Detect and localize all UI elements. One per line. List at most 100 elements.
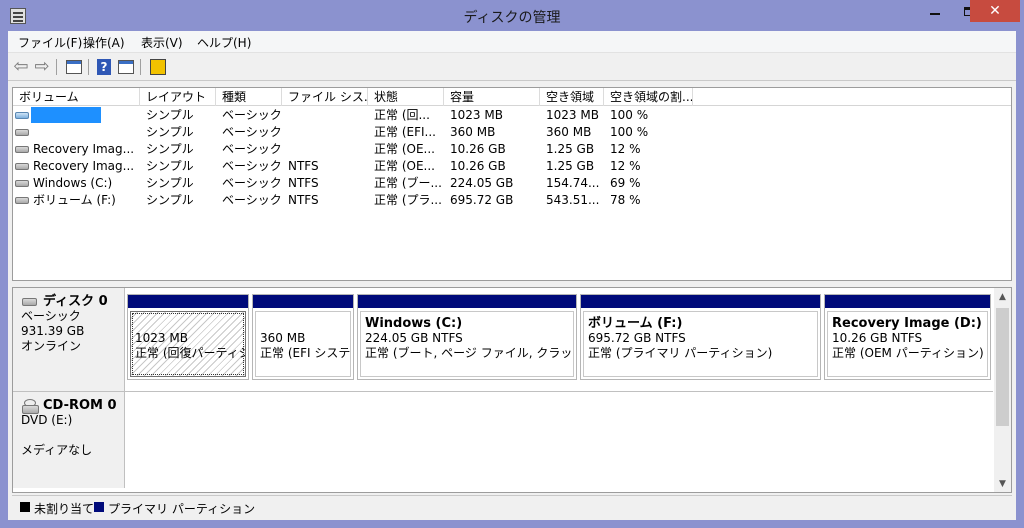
hard-disk-icon <box>22 298 37 306</box>
cell-pct: 100 % <box>610 108 649 122</box>
partition-body[interactable]: 1023 MB正常 (回復パーティショ <box>130 311 246 377</box>
cell-volume: ボリューム (F:) <box>33 193 116 207</box>
table-row[interactable]: ボリューム (F:) シンプル ベーシック NTFS 正常 (プラ... 695.72 G… <box>13 192 1011 209</box>
scrollbar-thumb[interactable] <box>996 308 1009 426</box>
partition-block[interactable]: Recovery Image (D:) 10.26 GB NTFS 正常 (OEM … <box>824 294 991 380</box>
cell-fs <box>288 141 368 158</box>
vertical-scrollbar[interactable]: ▲ ▼ <box>994 288 1011 492</box>
partition-type-bar <box>581 295 820 308</box>
disk-0-row[interactable]: ディスク 0 ベーシック 931.39 GB オンライン 1023 MB 正常 (… <box>13 288 993 392</box>
cell-type: ベーシック <box>222 176 282 190</box>
cell-fs <box>288 107 368 124</box>
toolbar-separator <box>88 59 89 75</box>
column-status[interactable]: 状態 <box>368 88 444 106</box>
cdrom-0-row[interactable]: CD-ROM 0 DVD (E:) メディアなし <box>13 392 993 488</box>
cell-type: ベーシック <box>222 193 282 207</box>
menu-view[interactable]: 表示(V) <box>141 34 183 51</box>
close-button[interactable]: ✕ <box>970 0 1020 22</box>
volume-list-header: ボリューム レイアウト 種類 ファイル シス... 状態 容量 空き領域 空き領… <box>13 88 1011 106</box>
title-bar[interactable]: ディスクの管理 ✕ <box>0 0 1024 32</box>
partition-status: 正常 (EFI システム <box>260 346 350 360</box>
cell-pct: 78 % <box>610 193 641 207</box>
table-row[interactable]: シンプル ベーシック 正常 (EFI... 360 MB 360 MB 100 % <box>13 124 1011 141</box>
partition-block[interactable]: ボリューム (F:) 695.72 GB NTFS 正常 (プライマリ パーティショ… <box>580 294 821 380</box>
cell-capacity: 360 MB <box>450 125 496 139</box>
cell-layout: シンプル <box>146 159 194 173</box>
partition-size: 695.72 GB NTFS <box>588 331 686 345</box>
partition-body[interactable]: Recovery Image (D:) 10.26 GB NTFS 正常 (OEM … <box>827 311 988 377</box>
menu-file[interactable]: ファイル(F) <box>18 34 82 51</box>
partition-name-spacer <box>260 316 350 331</box>
partition-block[interactable]: 1023 MB正常 (回復パーティショ <box>127 294 249 380</box>
partition-block[interactable]: 360 MB正常 (EFI システム <box>252 294 354 380</box>
column-layout[interactable]: レイアウト <box>140 88 216 106</box>
column-type[interactable]: 種類 <box>216 88 282 106</box>
cell-volume <box>33 107 138 124</box>
partition-body[interactable]: 360 MB正常 (EFI システム <box>255 311 351 377</box>
console-tree-button[interactable] <box>64 58 84 76</box>
cell-type: ベーシック <box>222 159 282 173</box>
minimize-button[interactable] <box>918 0 952 22</box>
volume-drive-icon <box>15 197 29 204</box>
disk-0-label[interactable]: ディスク 0 ベーシック 931.39 GB オンライン <box>13 288 125 391</box>
cell-fs: NTFS <box>288 176 319 190</box>
legend: 未割り当て プライマリ パーティション <box>12 495 1012 517</box>
scroll-up-icon[interactable]: ▲ <box>994 288 1011 305</box>
disk-size: 931.39 GB <box>21 324 85 338</box>
column-free-space[interactable]: 空き領域 <box>540 88 604 106</box>
table-row[interactable]: シンプル ベーシック 正常 (回... 1023 MB 1023 MB 100 % <box>13 107 1011 124</box>
legend-unallocated-swatch <box>20 502 30 512</box>
table-row[interactable]: Recovery Imag... シンプル ベーシック 正常 (OE... 10.26 … <box>13 141 1011 158</box>
cell-free: 1.25 GB <box>546 159 595 173</box>
column-capacity[interactable]: 容量 <box>444 88 540 106</box>
volume-drive-icon <box>15 129 29 136</box>
menu-help[interactable]: ヘルプ(H) <box>197 34 251 51</box>
cell-pct: 69 % <box>610 176 641 190</box>
forward-button[interactable]: ⇨ <box>32 58 52 76</box>
properties-pane-button[interactable] <box>116 58 136 76</box>
cell-status: 正常 (OE... <box>374 159 435 173</box>
partition-name: Windows (C:) <box>365 316 463 331</box>
disk-properties-button[interactable] <box>148 58 168 76</box>
partition-status: 正常 (OEM パーティション) <box>832 346 984 360</box>
back-arrow-icon: ⇦ <box>13 56 29 77</box>
forward-arrow-icon: ⇨ <box>34 56 50 77</box>
cell-layout: シンプル <box>146 142 194 156</box>
cd-drive-icon <box>22 399 39 414</box>
partition-name-spacer <box>135 316 245 331</box>
partition-name: ボリューム (F:) <box>588 316 683 331</box>
partition-size: 224.05 GB NTFS <box>365 331 463 345</box>
scroll-down-icon[interactable]: ▼ <box>994 475 1011 492</box>
table-row[interactable]: Windows (C:) シンプル ベーシック NTFS 正常 (ブー... 224.05… <box>13 175 1011 192</box>
partition-status: 正常 (プライマリ パーティション) <box>588 346 773 360</box>
disk-name: ディスク 0 <box>43 294 108 309</box>
back-button[interactable]: ⇦ <box>11 58 31 76</box>
cell-capacity: 695.72 GB <box>450 193 514 207</box>
table-row[interactable]: Recovery Imag... シンプル ベーシック NTFS 正常 (OE... 10… <box>13 158 1011 175</box>
toolbar-separator <box>140 59 141 75</box>
partition-body[interactable]: ボリューム (F:) 695.72 GB NTFS 正常 (プライマリ パーティショ… <box>583 311 818 377</box>
properties-pane-icon <box>118 60 134 74</box>
cell-layout: シンプル <box>146 108 194 122</box>
show-hide-console-tree-icon <box>66 60 82 74</box>
partition-body[interactable]: Windows (C:) 224.05 GB NTFS 正常 (ブート, ページ フ… <box>360 311 574 377</box>
partition-block[interactable]: Windows (C:) 224.05 GB NTFS 正常 (ブート, ページ フ… <box>357 294 577 380</box>
help-icon: ? <box>97 59 111 75</box>
cdrom-0-label[interactable]: CD-ROM 0 DVD (E:) メディアなし <box>13 392 125 488</box>
cell-pct: 100 % <box>610 125 649 139</box>
menu-action[interactable]: 操作(A) <box>83 34 125 51</box>
partition-type-bar <box>825 295 990 308</box>
help-button[interactable]: ? <box>94 58 114 76</box>
volume-drive-icon <box>15 180 29 187</box>
partition-size: 1023 MB <box>135 331 188 345</box>
column-volume[interactable]: ボリューム <box>13 88 140 106</box>
volume-drive-icon <box>15 112 29 119</box>
cell-layout: シンプル <box>146 176 194 190</box>
column-filesystem[interactable]: ファイル シス... <box>282 88 368 106</box>
column-percent-free[interactable]: 空き領域の割... <box>604 88 693 106</box>
cell-free: 543.51... <box>546 193 600 207</box>
legend-unallocated-label: 未割り当て <box>34 502 95 516</box>
minimize-icon <box>930 13 940 15</box>
cell-fs: NTFS <box>288 159 319 173</box>
partition-size: 360 MB <box>260 331 306 345</box>
